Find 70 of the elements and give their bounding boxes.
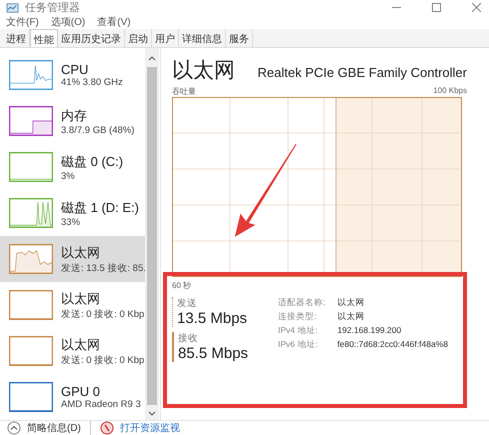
info-label: 连接类型:: [278, 311, 318, 323]
item-detail: 3.8/7.9 GB (48%): [61, 124, 134, 136]
tab[interactable]: 性能: [30, 29, 58, 47]
sidebar-item[interactable]: 内存 3.8/7.9 GB (48%): [0, 98, 145, 144]
item-name: 内存: [61, 106, 88, 124]
sidebar-item[interactable]: 以太网 发送: 0 接收: 0 Kbp: [0, 328, 145, 374]
receive-label: 接收: [178, 332, 199, 345]
item-detail: 41% 3.80 GHz: [61, 77, 123, 88]
item-detail: 3%: [61, 170, 76, 182]
item-detail: 发送: 13.5 接收: 85.: [61, 262, 145, 274]
chart-max: 100 Kbps: [433, 86, 467, 97]
sidebar-item[interactable]: GPU 0 AMD Radeon R9 3: [0, 374, 145, 420]
send-value: 13.5 Mbps: [177, 310, 248, 327]
sidebar-item[interactable]: 磁盘 0 (C:) 3%: [0, 144, 145, 190]
chart-span: 60 秒: [172, 280, 192, 291]
chart-label: 吞吐量: [172, 86, 196, 97]
graph-thumbnail: [9, 152, 53, 182]
sidebar-item[interactable]: 以太网 发送: 0 接收: 0 Kbp: [0, 282, 145, 328]
menu-item[interactable]: 选项(O): [50, 15, 86, 29]
graph-thumbnail: [9, 60, 53, 90]
item-name: 磁盘 1 (D: E:): [61, 198, 140, 216]
info-label: 适配器名称:: [278, 297, 326, 309]
info-value: 192.168.199.200: [337, 325, 402, 337]
info-value: 以太网: [337, 311, 366, 323]
task-manager-icon: [6, 2, 20, 14]
scroll-thumb[interactable]: [147, 67, 157, 405]
item-name: 以太网: [61, 244, 101, 262]
item-detail: 发送: 0 接收: 0 Kbp: [61, 354, 144, 366]
info-value: fe80::7d68:2cc0:446f:f48a%8: [337, 339, 448, 351]
sidebar-item[interactable]: CPU 41% 3.80 GHz: [0, 52, 145, 98]
scroll-up-icon[interactable]: [148, 56, 156, 61]
tab[interactable]: 详细信息: [179, 29, 226, 47]
scrollbar[interactable]: [145, 48, 159, 420]
item-name: 磁盘 0 (C:): [61, 152, 124, 170]
adapter-name: Realtek PCIe GBE Family Controller: [257, 65, 467, 80]
item-name: 以太网: [61, 336, 101, 354]
send-label: 发送: [177, 297, 198, 310]
tab[interactable]: 服务: [226, 29, 253, 47]
close-icon[interactable]: [472, 3, 481, 12]
resource-monitor-link[interactable]: 打开资源监视: [120, 421, 180, 435]
info-label: IPv6 地址:: [278, 339, 319, 351]
scroll-down-icon[interactable]: [148, 411, 156, 416]
sidebar-item[interactable]: 磁盘 1 (D: E:) 33%: [0, 190, 145, 236]
item-detail: 发送: 0 接收: 0 Kbp: [61, 308, 144, 320]
tab[interactable]: 用户: [152, 29, 179, 47]
item-name: CPU: [61, 62, 90, 77]
menu-item[interactable]: 查看(V): [97, 15, 131, 29]
graph-thumbnail: [9, 382, 53, 412]
item-detail: 33%: [61, 216, 82, 228]
summary-link[interactable]: 简略信息(D): [27, 421, 81, 435]
window-title: 任务管理器: [25, 1, 80, 15]
info-value: 以太网: [337, 297, 366, 309]
graph-thumbnail: [9, 336, 53, 366]
receive-value: 85.5 Mbps: [178, 345, 250, 362]
item-name: GPU 0: [61, 384, 102, 399]
graph-thumbnail: [9, 106, 53, 136]
item-name: 以太网: [61, 290, 101, 308]
graph-thumbnail: [9, 290, 53, 320]
monitor-icon: [100, 421, 114, 435]
graph-thumbnail: [9, 244, 53, 274]
tab[interactable]: 应用历史记录: [58, 29, 125, 47]
item-detail: AMD Radeon R9 3: [61, 399, 141, 410]
maximize-icon[interactable]: [432, 3, 441, 12]
info-label: IPv4 地址:: [278, 325, 319, 337]
tab[interactable]: 启动: [125, 29, 152, 47]
collapse-icon[interactable]: [7, 421, 21, 435]
panel-title: 以太网: [172, 58, 235, 84]
menu-item[interactable]: 文件(F): [6, 15, 39, 29]
sidebar-item[interactable]: 以太网 发送: 13.5 接收: 85.: [0, 236, 145, 282]
graph-thumbnail: [9, 198, 53, 228]
